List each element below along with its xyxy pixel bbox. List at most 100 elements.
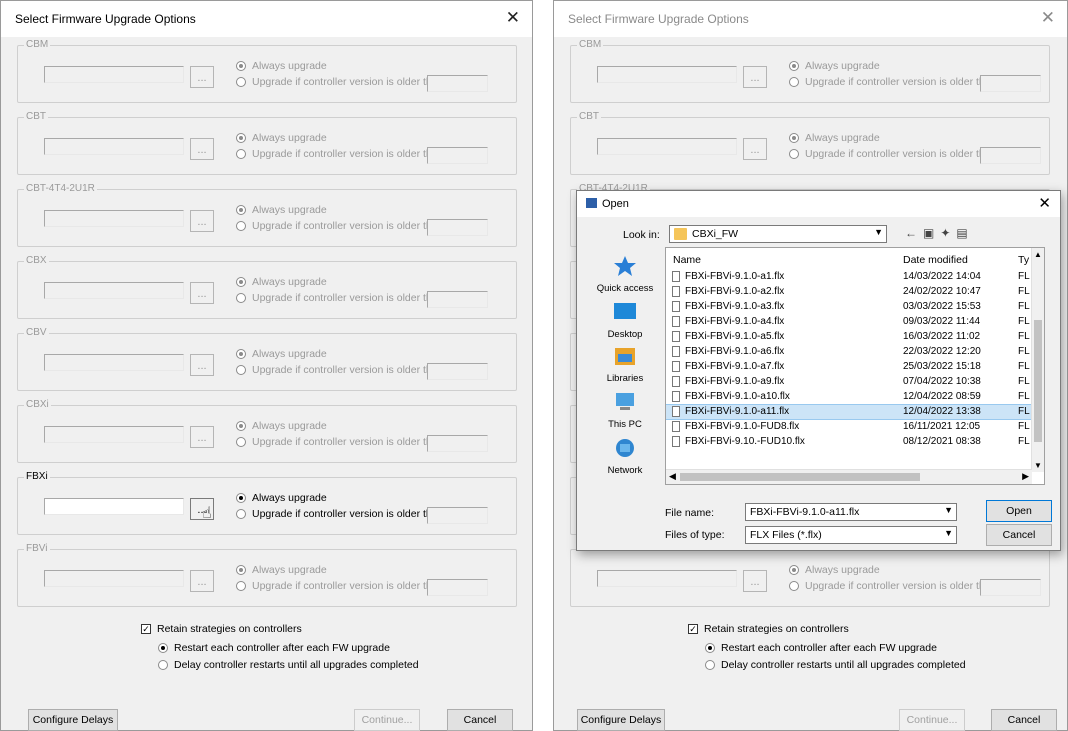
file-row[interactable]: FBXi-FBVi-9.1.0-a2.flx 24/02/2022 10:47 FL <box>666 285 1032 299</box>
radio-icon[interactable] <box>789 133 799 143</box>
always-upgrade-option[interactable]: Always upgrade <box>789 60 880 72</box>
upgrade-if-older-option[interactable]: Upgrade if controller version is older t… <box>236 364 446 376</box>
upgrade-if-older-option[interactable]: Upgrade if controller version is older t… <box>236 436 446 448</box>
file-row[interactable]: FBXi-FBVi-9.10.-FUD10.flx 08/12/2021 08:3… <box>666 435 1032 449</box>
column-header-name[interactable]: Name <box>673 254 701 266</box>
cancel-button[interactable]: Cancel <box>991 709 1057 731</box>
version-field[interactable] <box>427 75 488 92</box>
firmware-path-field[interactable] <box>44 66 184 83</box>
browse-button[interactable]: ... <box>190 354 214 376</box>
always-upgrade-option[interactable]: Always upgrade <box>789 132 880 144</box>
scroll-down-icon[interactable]: ▼ <box>1034 461 1042 470</box>
configure-delays-button[interactable]: Configure Delays <box>577 709 665 731</box>
firmware-path-field[interactable] <box>44 498 184 515</box>
look-in-select[interactable]: CBXi_FW ▼ <box>669 225 887 243</box>
version-field[interactable] <box>427 147 488 164</box>
continue-button[interactable]: Continue... <box>899 709 965 731</box>
retain-strategies-checkbox[interactable]: ✓ Retain strategies on controllers <box>141 623 302 635</box>
radio-icon[interactable] <box>236 133 246 143</box>
file-row[interactable]: FBXi-FBVi-9.1.0-a4.flx 09/03/2022 11:44 FL <box>666 315 1032 329</box>
browse-button[interactable]: ... <box>743 66 767 88</box>
file-row[interactable]: FBXi-FBVi-9.1.0-a3.flx 03/03/2022 15:53 FL <box>666 300 1032 314</box>
always-upgrade-option[interactable]: Always upgrade <box>236 60 327 72</box>
file-row[interactable]: FBXi-FBVi-9.1.0-FUD8.flx 16/11/2021 12:05… <box>666 420 1032 434</box>
upgrade-if-older-option[interactable]: Upgrade if controller version is older t… <box>789 148 999 160</box>
new-folder-icon[interactable]: ✦ <box>940 226 956 240</box>
radio-icon[interactable] <box>236 221 246 231</box>
scrollbar-thumb[interactable] <box>1034 320 1042 442</box>
browse-button[interactable]: ... <box>743 570 767 592</box>
place-libraries[interactable]: Libraries <box>585 345 665 384</box>
version-field[interactable] <box>427 435 488 452</box>
file-name-input[interactable]: FBXi-FBVi-9.1.0-a11.flx ▼ <box>745 503 957 521</box>
file-row[interactable]: FBXi-FBVi-9.1.0-a10.flx 12/04/2022 08:59 F… <box>666 390 1032 404</box>
up-folder-icon[interactable]: ▣ <box>923 226 940 240</box>
always-upgrade-option[interactable]: Always upgrade <box>236 276 327 288</box>
radio-icon[interactable] <box>236 293 246 303</box>
upgrade-if-older-option[interactable]: Upgrade if controller version is older t… <box>236 580 446 592</box>
file-row[interactable]: FBXi-FBVi-9.1.0-a11.flx 12/04/2022 13:38 F… <box>666 404 1033 420</box>
open-button[interactable]: Open <box>986 500 1052 522</box>
firmware-path-field[interactable] <box>597 570 737 587</box>
upgrade-if-older-option[interactable]: Upgrade if controller version is older t… <box>236 292 446 304</box>
close-icon[interactable]: ✕ <box>1038 194 1051 212</box>
delay-restarts-option[interactable]: Delay controller restarts until all upgr… <box>705 659 966 671</box>
radio-icon[interactable] <box>789 565 799 575</box>
always-upgrade-option[interactable]: Always upgrade <box>236 204 327 216</box>
place-network[interactable]: Network <box>585 437 665 476</box>
file-row[interactable]: FBXi-FBVi-9.1.0-a9.flx 07/04/2022 10:38 FL <box>666 375 1032 389</box>
radio-icon[interactable] <box>236 77 246 87</box>
checkbox-icon[interactable]: ✓ <box>141 624 151 634</box>
radio-icon[interactable] <box>236 493 246 503</box>
browse-button[interactable]: ... <box>743 138 767 160</box>
radio-icon[interactable] <box>236 581 246 591</box>
files-of-type-select[interactable]: FLX Files (*.flx) ▼ <box>745 526 957 544</box>
horizontal-scrollbar[interactable]: ◀ ▶ <box>666 469 1032 484</box>
firmware-path-field[interactable] <box>44 138 184 155</box>
continue-button[interactable]: Continue... <box>354 709 420 731</box>
browse-button[interactable]: ... <box>190 426 214 448</box>
version-field[interactable] <box>427 219 488 236</box>
chevron-down-icon[interactable]: ▼ <box>944 528 953 538</box>
radio-icon[interactable] <box>236 61 246 71</box>
file-row[interactable]: FBXi-FBVi-9.1.0-a1.flx 14/03/2022 14:04 FL <box>666 270 1032 284</box>
radio-icon[interactable] <box>236 205 246 215</box>
restart-each-option[interactable]: Restart each controller after each FW up… <box>158 642 390 654</box>
radio-icon[interactable] <box>158 643 168 653</box>
scroll-up-icon[interactable]: ▲ <box>1034 250 1042 259</box>
radio-icon[interactable] <box>789 149 799 159</box>
file-row[interactable]: FBXi-FBVi-9.1.0-a7.flx 25/03/2022 15:18 FL <box>666 360 1032 374</box>
radio-icon[interactable] <box>705 643 715 653</box>
view-menu-icon[interactable]: ▤ <box>956 226 973 240</box>
always-upgrade-option[interactable]: Always upgrade <box>236 132 327 144</box>
browse-button[interactable]: ... <box>190 282 214 304</box>
upgrade-if-older-option[interactable]: Upgrade if controller version is older t… <box>236 148 446 160</box>
configure-delays-button[interactable]: Configure Delays <box>28 709 118 731</box>
back-icon[interactable]: ← <box>905 226 923 240</box>
always-upgrade-option[interactable]: Always upgrade <box>236 492 327 504</box>
radio-icon[interactable] <box>236 149 246 159</box>
radio-icon[interactable] <box>236 565 246 575</box>
place-quick-access[interactable]: Quick access <box>585 255 665 294</box>
upgrade-if-older-option[interactable]: Upgrade if controller version is older t… <box>789 580 999 592</box>
place-this-pc[interactable]: This PC <box>585 391 665 430</box>
radio-icon[interactable] <box>789 61 799 71</box>
firmware-path-field[interactable] <box>597 138 737 155</box>
firmware-path-field[interactable] <box>44 210 184 227</box>
file-list[interactable]: Name Date modified Ty FBXi-FBVi-9.1.0-a1… <box>665 247 1045 485</box>
checkbox-icon[interactable]: ✓ <box>688 624 698 634</box>
always-upgrade-option[interactable]: Always upgrade <box>236 564 327 576</box>
always-upgrade-option[interactable]: Always upgrade <box>236 420 327 432</box>
place-desktop[interactable]: Desktop <box>585 301 665 340</box>
cancel-button[interactable]: Cancel <box>986 524 1052 546</box>
version-field[interactable] <box>980 75 1041 92</box>
version-field[interactable] <box>980 147 1041 164</box>
firmware-path-field[interactable] <box>44 570 184 587</box>
upgrade-if-older-option[interactable]: Upgrade if controller version is older t… <box>236 76 446 88</box>
firmware-path-field[interactable] <box>44 426 184 443</box>
radio-icon[interactable] <box>236 509 246 519</box>
radio-icon[interactable] <box>236 365 246 375</box>
radio-icon[interactable] <box>789 77 799 87</box>
firmware-path-field[interactable] <box>44 282 184 299</box>
version-field[interactable] <box>980 579 1041 596</box>
